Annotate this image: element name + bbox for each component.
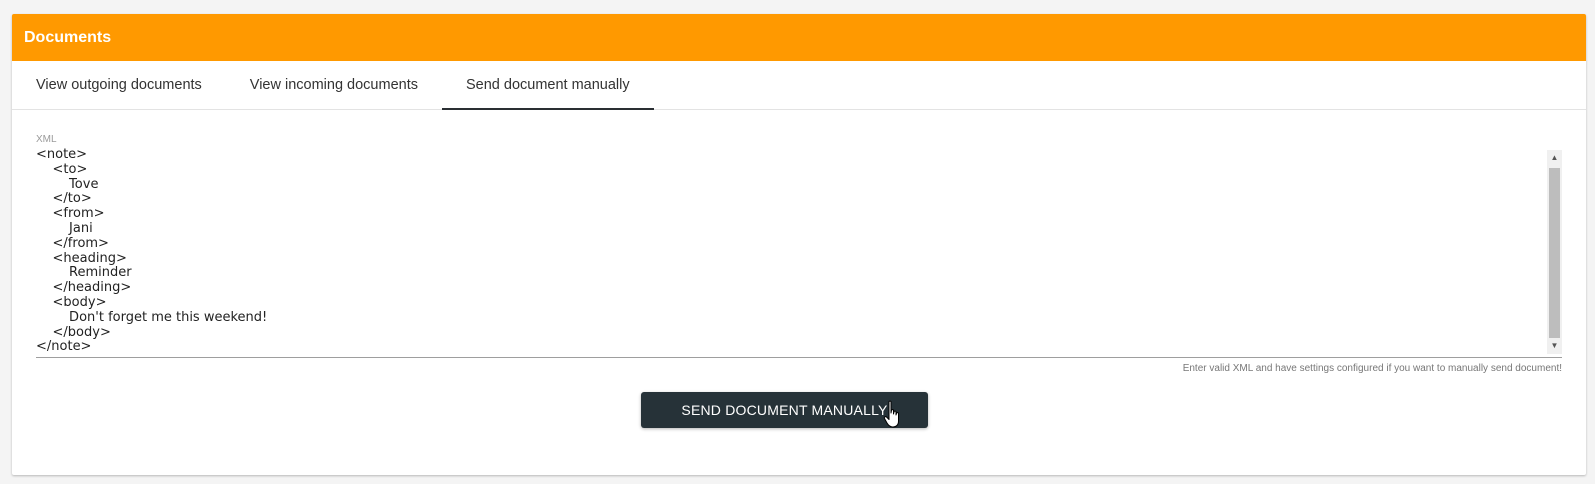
card-title: Documents [24, 28, 112, 46]
xml-field-label: XML [36, 134, 57, 145]
tab-view-outgoing-documents[interactable]: View outgoing documents [12, 61, 226, 110]
scrollbar-thumb[interactable] [1549, 168, 1560, 338]
card-header: Documents [12, 14, 1586, 61]
documents-card: Documents View outgoing documents View i… [12, 14, 1586, 475]
tab-send-document-manually[interactable]: Send document manually [441, 61, 654, 110]
xml-field-hint: Enter valid XML and have settings config… [1182, 363, 1562, 374]
textarea-scrollbar[interactable]: ▲ ▼ [1547, 150, 1562, 354]
tab-bar: View outgoing documents View incoming do… [12, 61, 1586, 110]
xml-textarea[interactable]: <note> <to> Tove </to> <from> Jani </fro… [36, 147, 1562, 358]
arrow-up-icon[interactable]: ▲ [1547, 150, 1562, 166]
hand-pointer-icon [883, 400, 899, 428]
xml-textarea-content[interactable]: <note> <to> Tove </to> <from> Jani </fro… [36, 147, 1562, 355]
tab-view-incoming-documents[interactable]: View incoming documents [226, 61, 442, 110]
xml-field: XML <note> <to> Tove </to> <from> Jani <… [36, 134, 1562, 374]
arrow-down-icon[interactable]: ▼ [1547, 338, 1562, 354]
